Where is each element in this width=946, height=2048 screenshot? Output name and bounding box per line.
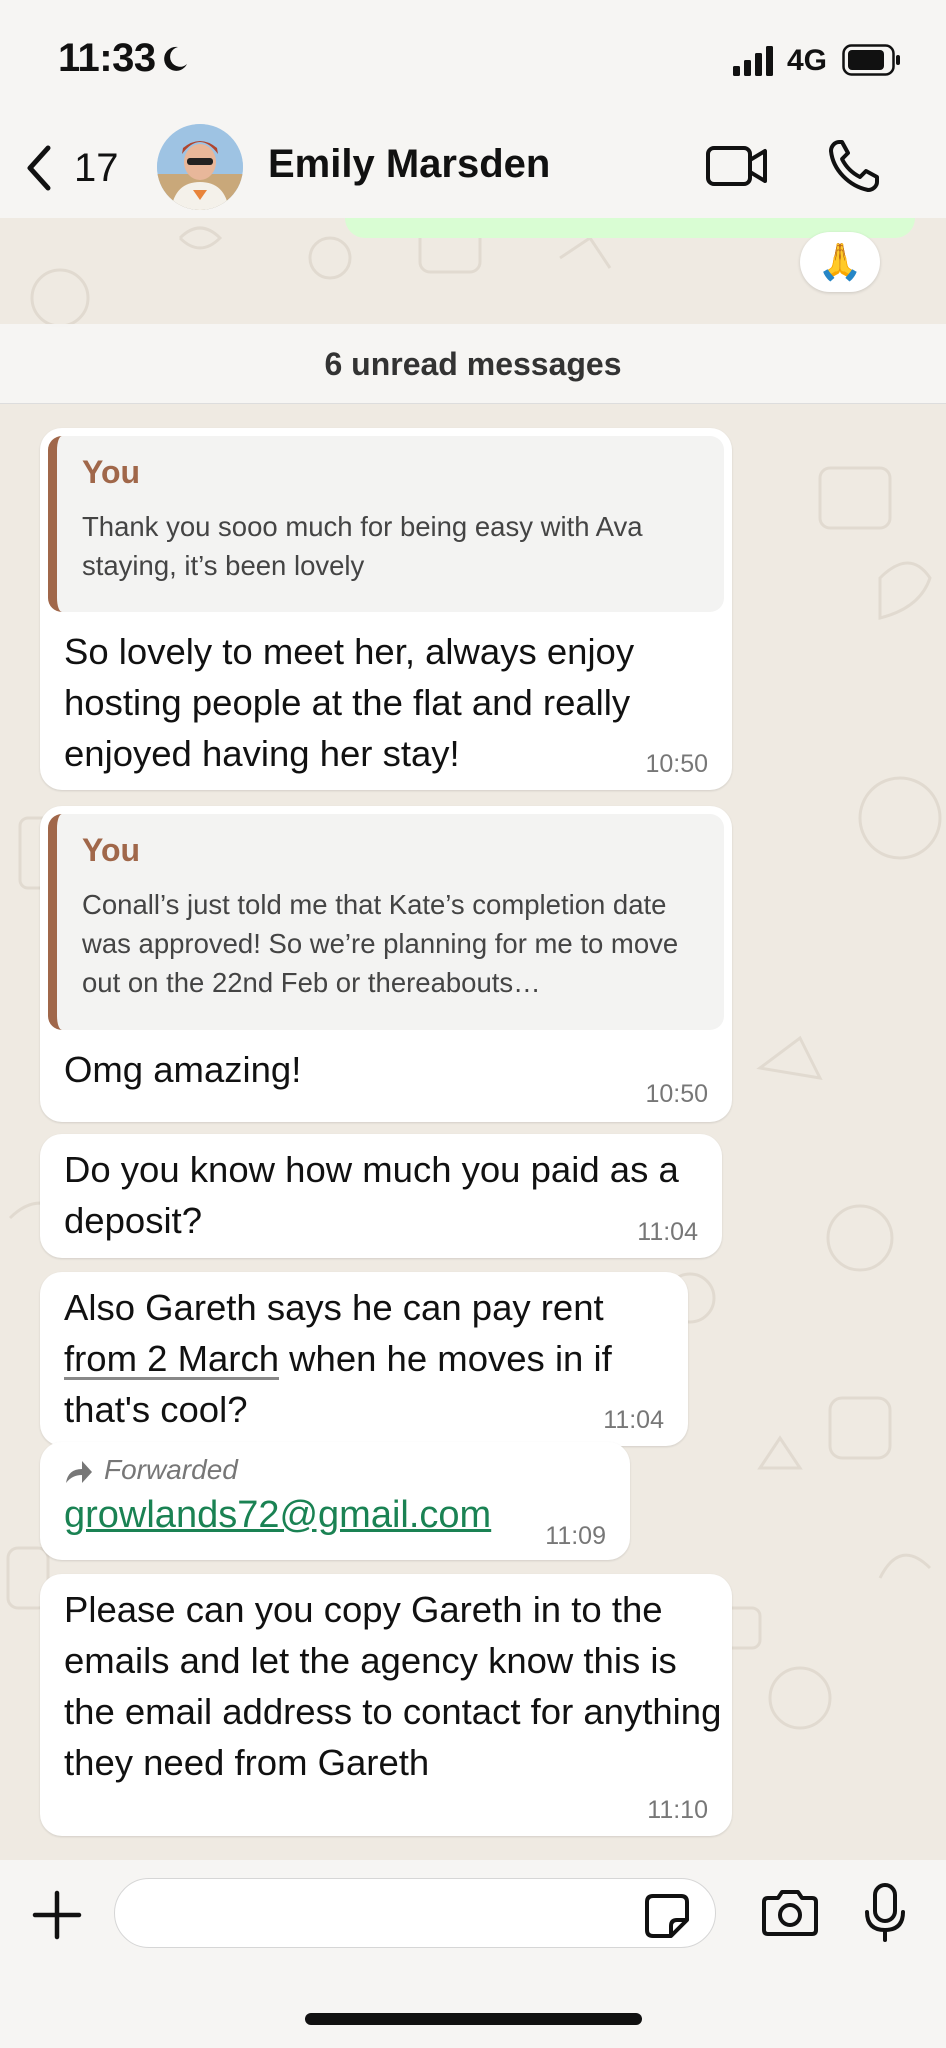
message-time: 11:04 <box>637 1218 698 1246</box>
quoted-message[interactable]: You Thank you sooo much for being easy w… <box>48 436 724 612</box>
microphone-icon[interactable] <box>862 1882 908 1944</box>
status-time: 11:33 <box>58 36 156 80</box>
quote-author: You <box>82 454 141 490</box>
quote-text: Conall’s just told me that Kate’s comple… <box>82 889 679 998</box>
message-text-part: Also Gareth says he can pay rent <box>64 1287 604 1328</box>
message-time: 11:10 <box>647 1796 708 1824</box>
signal-icon <box>733 46 773 76</box>
video-call-icon[interactable] <box>705 140 769 192</box>
message-text: Also Gareth says he can pay rent from 2 … <box>64 1282 684 1435</box>
quote-author: You <box>82 832 141 868</box>
incoming-message[interactable]: Also Gareth says he can pay rent from 2 … <box>40 1272 688 1446</box>
chat-header: 17 Emily Marsden <box>0 118 946 218</box>
forwarded-message[interactable]: Forwarded growlands72@gmail.com 11:09 <box>40 1442 630 1560</box>
plus-icon[interactable] <box>32 1890 82 1940</box>
network-type: 4G <box>787 44 828 77</box>
message-text: Do you know how much you paid as a depos… <box>64 1149 679 1241</box>
message-reaction[interactable]: 🙏 <box>800 232 880 292</box>
message-time: 10:50 <box>645 750 708 778</box>
message-text: Omg amazing! <box>64 1049 302 1090</box>
battery-icon <box>842 44 900 76</box>
message-input-bar <box>0 1860 946 2048</box>
unread-messages-banner: 6 unread messages <box>0 324 946 404</box>
moon-icon <box>164 46 187 71</box>
quote-text: Thank you sooo much for being easy with … <box>82 511 643 581</box>
status-bar: 11:33 4G <box>0 0 946 118</box>
message-time: 10:50 <box>645 1080 708 1108</box>
forward-arrow-icon <box>66 1460 92 1483</box>
message-time: 11:09 <box>545 1522 606 1550</box>
contact-name[interactable]: Emily Marsden <box>268 142 550 187</box>
date-link[interactable]: from 2 March <box>64 1338 279 1379</box>
phone-call-icon[interactable] <box>825 136 881 196</box>
forwarded-text: Forwarded <box>104 1454 238 1485</box>
message-text: Please can you copy Gareth in to the ema… <box>64 1589 722 1783</box>
email-link[interactable]: growlands72@gmail.com <box>64 1494 491 1537</box>
incoming-message[interactable]: You Thank you sooo much for being easy w… <box>40 428 732 790</box>
home-indicator[interactable] <box>305 2013 642 2025</box>
message-time: 11:04 <box>603 1406 664 1434</box>
sticker-icon[interactable] <box>643 1892 691 1940</box>
back-chevron-icon[interactable] <box>18 140 58 196</box>
camera-icon[interactable] <box>760 1888 820 1938</box>
incoming-message[interactable]: Please can you copy Gareth in to the ema… <box>40 1574 732 1836</box>
message-input[interactable] <box>114 1878 716 1948</box>
chat-area[interactable]: 🙏 6 unread messages You Thank you sooo m… <box>0 218 946 1860</box>
incoming-message[interactable]: You Conall’s just told me that Kate’s co… <box>40 806 732 1122</box>
forwarded-label: Forwarded <box>64 1454 238 1486</box>
incoming-message[interactable]: Do you know how much you paid as a depos… <box>40 1134 722 1258</box>
quoted-message[interactable]: You Conall’s just told me that Kate’s co… <box>48 814 724 1030</box>
contact-avatar[interactable] <box>157 124 243 210</box>
message-text: So lovely to meet her, always enjoy host… <box>64 631 635 774</box>
unread-chats-count[interactable]: 17 <box>74 146 119 191</box>
